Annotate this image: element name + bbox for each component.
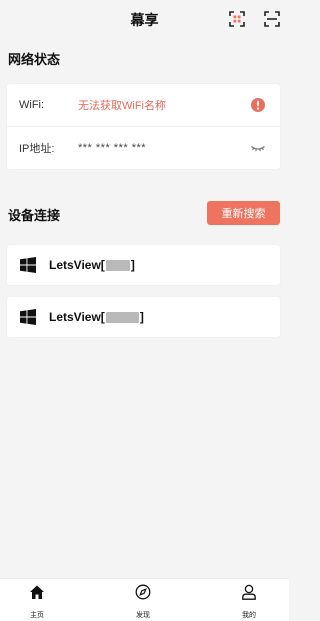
refresh-search-button[interactable]: 重新搜索: [207, 201, 280, 225]
tab-mine-label: 我的: [242, 612, 256, 619]
tab-home-label: 主页: [30, 612, 44, 619]
screen-mirror-icon[interactable]: [228, 10, 246, 28]
scan-icon[interactable]: [263, 10, 281, 28]
compass-icon: [135, 584, 151, 605]
tab-discover-label: 发现: [136, 612, 150, 619]
network-status-card: WiFi: 无法获取WiFi名称 IP地址: *** *** *** ***: [7, 84, 280, 169]
device-name-prefix: LetsView[: [49, 310, 105, 324]
ip-value: *** *** *** ***: [78, 141, 147, 154]
ip-row: IP地址: *** *** *** ***: [7, 126, 280, 168]
windows-icon: [20, 309, 36, 325]
wifi-value: 无法获取WiFi名称: [78, 100, 166, 112]
bottom-nav: 主页 发现 我的: [0, 578, 289, 621]
device-name: LetsView[ ]: [49, 310, 144, 324]
ip-label: IP地址:: [19, 142, 55, 155]
user-icon: [241, 584, 257, 605]
device-item[interactable]: LetsView[ ]: [7, 297, 280, 337]
device-name: LetsView[ ]: [49, 258, 135, 272]
eye-closed-icon[interactable]: [250, 140, 266, 156]
tab-mine[interactable]: 我的: [229, 584, 269, 620]
redacted-text: [105, 311, 139, 323]
device-item[interactable]: LetsView[ ]: [7, 245, 280, 285]
tab-discover[interactable]: 发现: [123, 584, 163, 620]
network-status-title: 网络状态: [8, 52, 61, 67]
device-name-suffix: ]: [130, 258, 135, 272]
device-name-suffix: ]: [139, 310, 144, 324]
wifi-label: WiFi:: [19, 99, 45, 111]
home-icon: [29, 584, 45, 605]
windows-icon: [20, 257, 36, 273]
device-name-prefix: LetsView[: [49, 258, 105, 272]
device-connection-title: 设备连接: [8, 208, 61, 223]
redacted-text: [105, 259, 130, 271]
tab-home[interactable]: 主页: [17, 584, 57, 620]
error-icon: [250, 97, 266, 113]
top-bar: 幕享: [0, 0, 289, 40]
wifi-row: WiFi: 无法获取WiFi名称: [7, 84, 280, 126]
app-title: 幕享: [130, 12, 159, 28]
